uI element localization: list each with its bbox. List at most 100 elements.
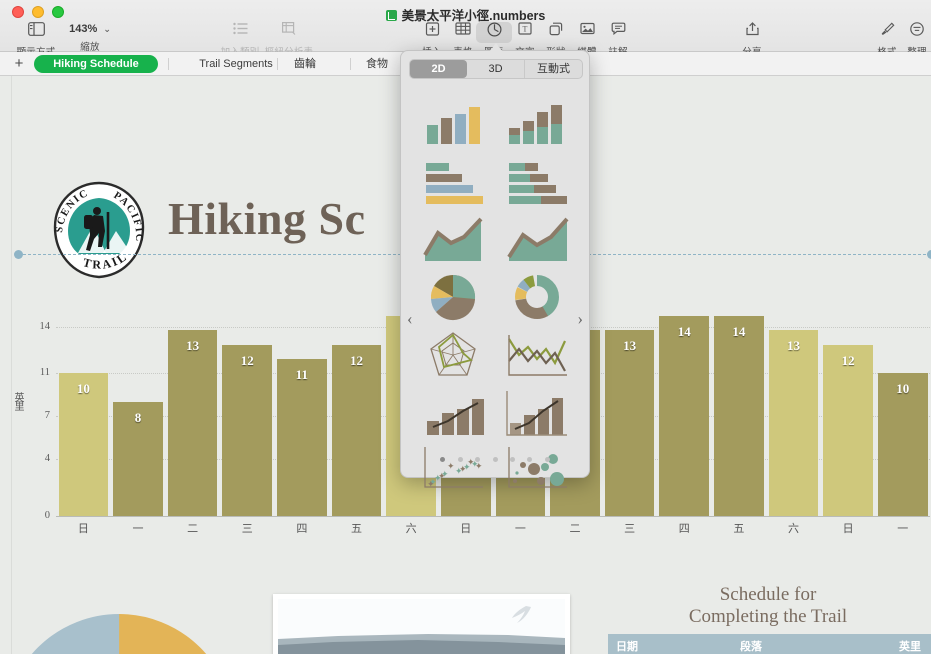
toolbar-zoom-control[interactable]: 143% ⌄ 縮放 <box>48 20 132 53</box>
pivot-table-icon <box>282 22 297 35</box>
page-dot-7[interactable] <box>545 457 550 462</box>
zoom-value: 143% <box>69 23 97 35</box>
popover-page-indicator[interactable] <box>401 449 589 467</box>
bar-四-4[interactable]: 11 <box>277 359 327 516</box>
page-dot-5[interactable] <box>510 457 515 462</box>
chart-thumb-column-line-axis-chart[interactable] <box>501 385 575 441</box>
page-dot-6[interactable] <box>527 457 532 462</box>
x-axis-label: 五 <box>332 520 382 536</box>
sheet-tab-hiking-schedule[interactable]: Hiking Schedule <box>34 55 158 73</box>
bar-三-3[interactable]: 12 <box>222 345 272 516</box>
bar-日-14[interactable]: 12 <box>823 345 873 516</box>
title-bar: 美景太平洋小徑.numbers 顯示方式 143% ⌄ 縮放 <box>0 0 931 52</box>
format-brush-icon <box>880 22 895 36</box>
segment-2d[interactable]: 2D <box>410 60 467 78</box>
page-dot-1[interactable] <box>440 457 445 462</box>
percentage-of-trail-donut-chart[interactable] <box>4 614 234 654</box>
chart-thumb-line-chart[interactable] <box>501 327 575 383</box>
toolbar-zoom-label: 縮放 <box>48 39 132 53</box>
bar-value-label: 12 <box>332 353 382 369</box>
chart-thumb-bar-chart[interactable] <box>417 153 491 209</box>
chart-thumb-stacked-column-chart[interactable] <box>501 95 575 151</box>
x-axis-label: 五 <box>714 520 764 536</box>
bar-value-label: 14 <box>659 324 709 340</box>
svg-text:✦: ✦ <box>438 472 446 482</box>
schedule-title: Schedule for Completing the Trail <box>605 584 931 628</box>
page-dot-4[interactable] <box>493 457 498 462</box>
scenic-pacific-trails-logo[interactable]: SCENIC PACIFIC TRAILS <box>48 179 150 281</box>
y-tick-4: 4 <box>20 453 50 464</box>
x-axis-label: 二 <box>550 520 600 536</box>
chart-thumb-donut-chart[interactable] <box>501 269 575 325</box>
chart-thumb-column-chart[interactable] <box>417 95 491 151</box>
column-header-miles: 英里 <box>879 638 931 654</box>
chart-thumb-area-chart[interactable] <box>417 211 491 267</box>
bar-一-15[interactable]: 10 <box>878 373 928 516</box>
chart-thumb-radar-chart[interactable] <box>417 327 491 383</box>
column-header-date: 日期 <box>608 638 740 654</box>
page-dot-3[interactable] <box>475 457 480 462</box>
bar-二-2[interactable]: 13 <box>168 330 218 516</box>
bar-日-0[interactable]: 10 <box>59 373 109 516</box>
canvas-left-margin <box>11 76 12 654</box>
bar-value-label: 10 <box>878 381 928 397</box>
chart-x-axis <box>56 516 930 517</box>
y-tick-0: 0 <box>20 510 50 521</box>
chart-type-popover[interactable]: 2D 3D 互動式 ‹ › <box>400 50 590 478</box>
segment-interactive[interactable]: 互動式 <box>525 60 582 78</box>
svg-text:T: T <box>523 25 528 34</box>
chart-y-axis-title: 英里 <box>10 392 25 410</box>
bar-value-label: 13 <box>769 338 819 354</box>
add-sheet-button[interactable]: + <box>10 55 28 73</box>
bar-value-label: 14 <box>714 324 764 340</box>
trail-photo-card[interactable] <box>273 594 570 654</box>
x-axis-label: 一 <box>878 520 928 536</box>
chevron-down-icon: ⌄ <box>103 24 111 34</box>
comment-icon <box>611 22 626 35</box>
schedule-title-line1: Schedule for <box>605 584 931 606</box>
page-title[interactable]: Hiking Sc <box>168 192 366 245</box>
bar-五-12[interactable]: 14 <box>714 316 764 516</box>
bar-四-11[interactable]: 14 <box>659 316 709 516</box>
x-axis-label: 三 <box>222 520 272 536</box>
chart-dimension-segmented-control[interactable]: 2D 3D 互動式 <box>409 59 583 79</box>
x-axis-label: 四 <box>277 520 327 536</box>
page-dot-2[interactable] <box>458 457 463 462</box>
x-axis-label: 日 <box>441 520 491 536</box>
selection-handle-left[interactable] <box>14 250 23 259</box>
bar-value-label: 12 <box>823 353 873 369</box>
bar-value-label: 13 <box>168 338 218 354</box>
table-header-row: 日期 段落 英里 <box>608 634 931 654</box>
numbers-document-icon <box>386 10 397 21</box>
chart-thumb-column-line-chart[interactable] <box>417 385 491 441</box>
x-axis-label: 六 <box>386 520 436 536</box>
y-tick-14: 14 <box>20 321 50 332</box>
x-axis-label: 六 <box>769 520 819 536</box>
y-tick-7: 7 <box>20 410 50 421</box>
svg-text:✦: ✦ <box>427 480 435 490</box>
numbers-app-window: 美景太平洋小徑.numbers 顯示方式 143% ⌄ 縮放 <box>0 0 931 654</box>
selection-handle-right[interactable] <box>927 250 931 259</box>
bar-三-10[interactable]: 13 <box>605 330 655 516</box>
sheet-tab-gear[interactable]: 齒輪 <box>280 55 330 73</box>
previous-page-button[interactable]: ‹ <box>407 309 413 329</box>
column-header-section: 段落 <box>740 638 879 654</box>
x-axis-label: 一 <box>496 520 546 536</box>
chart-type-grid: ✦✦✦ ✦✦✦ ✦✦✦ ✦✦✦ <box>413 89 579 461</box>
x-axis-label: 三 <box>605 520 655 536</box>
chart-thumb-stacked-area-chart[interactable] <box>501 211 575 267</box>
sheet-tab-food[interactable]: 食物 <box>352 55 402 73</box>
organize-icon <box>910 22 924 36</box>
sidebar-view-icon <box>28 22 45 36</box>
bar-五-5[interactable]: 12 <box>332 345 382 516</box>
x-axis-label: 二 <box>168 520 218 536</box>
segment-3d[interactable]: 3D <box>467 60 525 78</box>
bar-value-label: 8 <box>113 410 163 426</box>
schedule-table[interactable]: 日期 段落 英里 2015年7月5–20日 California Section… <box>608 634 931 654</box>
chart-thumb-stacked-bar-chart[interactable] <box>501 153 575 209</box>
bar-一-1[interactable]: 8 <box>113 402 163 516</box>
bar-六-13[interactable]: 13 <box>769 330 819 516</box>
schedule-title-line2: Completing the Trail <box>605 606 931 628</box>
trail-photo <box>278 599 565 654</box>
chart-thumb-pie-chart[interactable] <box>417 269 491 325</box>
